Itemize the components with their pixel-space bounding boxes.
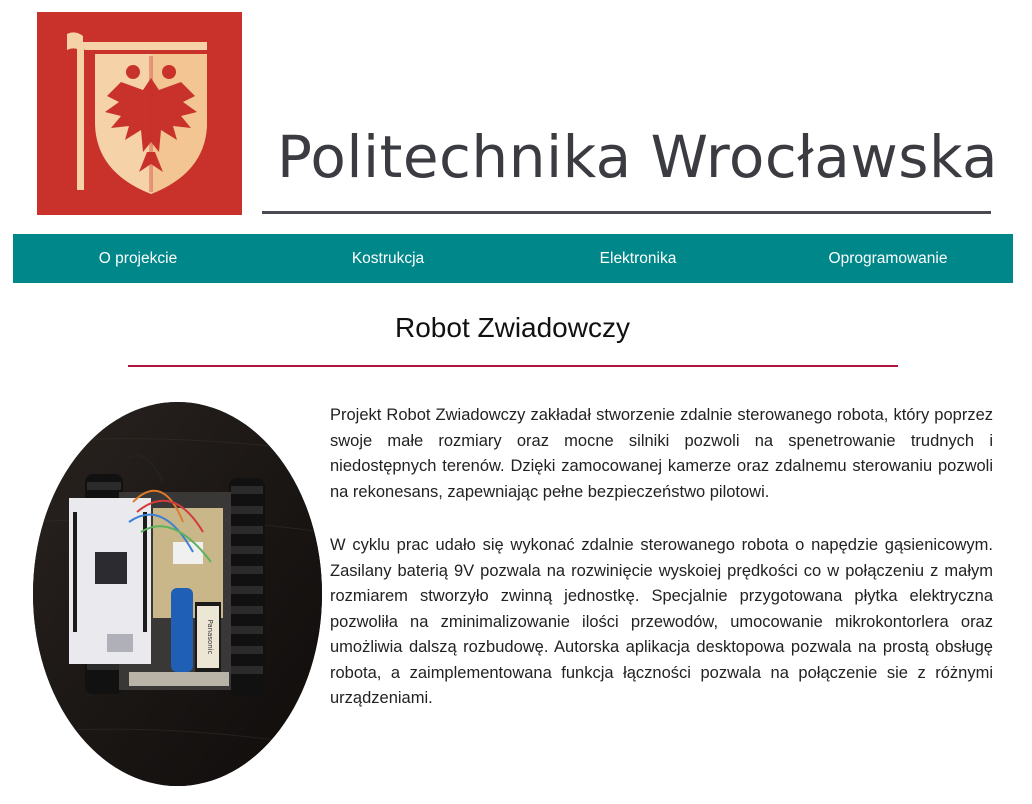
site-header: Politechnika Wrocławska bbox=[0, 0, 1032, 234]
main-navigation: O projekcie Kostrukcja Elektronika Oprog… bbox=[13, 234, 1013, 283]
description-paragraph: Projekt Robot Zwiadowczy zakładał stworz… bbox=[330, 406, 993, 501]
nav-item-kostrukcja[interactable]: Kostrukcja bbox=[263, 234, 513, 283]
title-divider bbox=[128, 365, 898, 367]
robot-image: Panasonic bbox=[33, 402, 322, 786]
nav-item-o-projekcie[interactable]: O projekcie bbox=[13, 234, 263, 283]
header-underline bbox=[262, 211, 991, 214]
university-logo[interactable] bbox=[37, 12, 242, 215]
nav-item-elektronika[interactable]: Elektronika bbox=[513, 234, 763, 283]
description-paragraph: W cyklu prac udało się wykonać zdalnie s… bbox=[330, 536, 993, 707]
university-name: Politechnika Wrocławska bbox=[277, 123, 999, 191]
project-description: Projekt Robot Zwiadowczy zakładał stworz… bbox=[330, 403, 993, 740]
robot-photo: Panasonic bbox=[33, 402, 322, 786]
page-title: Robot Zwiadowczy bbox=[395, 312, 630, 343]
battery-label: Panasonic bbox=[206, 619, 214, 654]
nav-item-oprogramowanie[interactable]: Oprogramowanie bbox=[763, 234, 1013, 283]
eagle-crest-icon bbox=[67, 32, 207, 194]
